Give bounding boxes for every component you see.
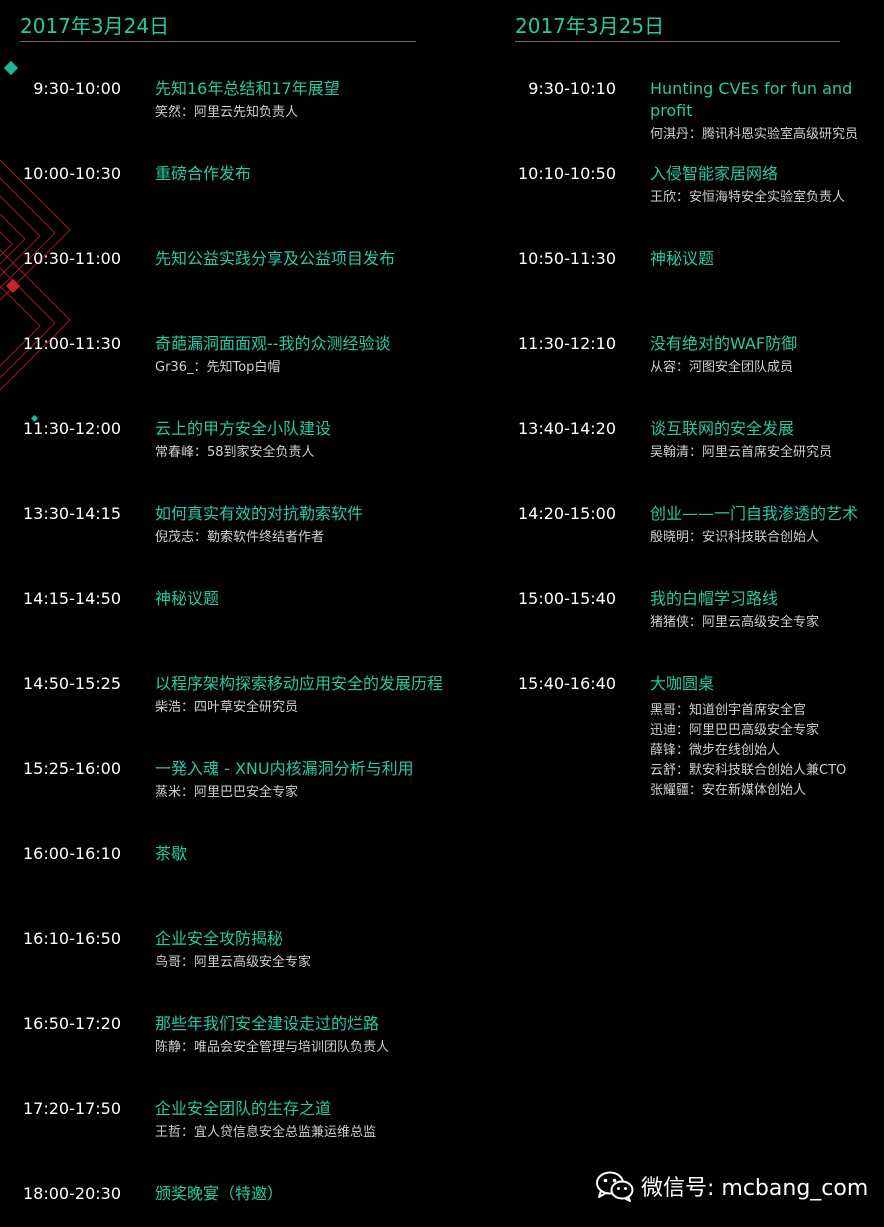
session-speaker: 柴浩：四叶草安全研究员 bbox=[155, 700, 299, 715]
session-speaker: 何淇丹：腾讯科恩实验室高级研究员 bbox=[650, 127, 859, 142]
session-title[interactable]: 企业安全攻防揭秘 bbox=[155, 928, 283, 950]
session-title[interactable]: 一発入魂 - XNU内核漏洞分析与利用 bbox=[155, 758, 414, 780]
session-time: 16:00-16:10 bbox=[23, 844, 121, 863]
day2-title: 2017年3月25日 bbox=[515, 14, 665, 38]
session-title[interactable]: 颁奖晚宴（特邀） bbox=[155, 1183, 283, 1205]
session-title[interactable]: 神秘议题 bbox=[650, 248, 714, 270]
session-title[interactable]: 大咖圆桌 bbox=[650, 673, 714, 695]
session-speaker: 王欣：安恒海特安全实验室负责人 bbox=[650, 190, 846, 205]
session-title[interactable]: Hunting CVEs for fun and profit bbox=[650, 78, 860, 122]
session-speaker: 吴翰清：阿里云首席安全研究员 bbox=[650, 445, 833, 460]
panelist: 张耀疆：安在新媒体创始人 bbox=[650, 783, 807, 798]
session-title[interactable]: 我的白帽学习路线 bbox=[650, 588, 778, 610]
panelist: 迅迪：阿里巴巴高级安全专家 bbox=[650, 723, 820, 738]
session-speaker: 陈静：唯品会安全管理与培训团队负责人 bbox=[155, 1040, 390, 1055]
session-time: 11:30-12:10 bbox=[518, 334, 616, 353]
session-title[interactable]: 没有绝对的WAF防御 bbox=[650, 333, 797, 355]
session-time: 15:40-16:40 bbox=[518, 674, 616, 693]
session-title[interactable]: 创业——一门自我渗透的艺术 bbox=[650, 503, 858, 525]
session-time: 16:10-16:50 bbox=[23, 929, 121, 948]
day2-divider bbox=[515, 41, 840, 42]
session-speaker: 王哲：宜人贷信息安全总监兼运维总监 bbox=[155, 1125, 377, 1140]
panelist: 薛锋：微步在线创始人 bbox=[650, 743, 781, 758]
session-title[interactable]: 谈互联网的安全发展 bbox=[650, 418, 794, 440]
session-time: 15:00-15:40 bbox=[518, 589, 616, 608]
session-speaker: 从容：河图安全团队成员 bbox=[650, 360, 794, 375]
panelist: 云舒：默安科技联合创始人兼CTO bbox=[650, 763, 847, 778]
teal-diamond-icon bbox=[3, 60, 19, 76]
session-time: 10:10-10:50 bbox=[518, 164, 616, 183]
session-speaker: 倪茂志：勒索软件终结者作者 bbox=[155, 530, 325, 545]
session-time: 9:30-10:10 bbox=[528, 79, 616, 98]
session-speaker: Gr36_：先知Top白帽 bbox=[155, 360, 281, 375]
session-time: 14:20-15:00 bbox=[518, 504, 616, 523]
wechat-watermark: 微信号: mcbang_com bbox=[595, 1166, 868, 1206]
session-time: 18:00-20:30 bbox=[23, 1184, 121, 1203]
red-diamond-icon bbox=[5, 278, 21, 294]
wechat-icon bbox=[596, 1171, 634, 1202]
session-title[interactable]: 茶歇 bbox=[155, 843, 187, 865]
session-time: 10:50-11:30 bbox=[518, 249, 616, 268]
session-title[interactable]: 企业安全团队的生存之道 bbox=[155, 1098, 331, 1120]
session-speaker: 常春峰：58到家安全负责人 bbox=[155, 445, 315, 460]
panelist: 黑哥：知道创宇首席安全官 bbox=[650, 703, 807, 718]
panelist-list: 黑哥：知道创宇首席安全官 迅迪：阿里巴巴高级安全专家 薛锋：微步在线创始人 云舒… bbox=[650, 701, 846, 801]
day1-title: 2017年3月24日 bbox=[20, 14, 170, 38]
session-speaker: 鸟哥：阿里云高级安全专家 bbox=[155, 955, 312, 970]
session-speaker: 笑然：阿里云先知负责人 bbox=[155, 105, 299, 120]
session-speaker: 蒸米：阿里巴巴安全专家 bbox=[155, 785, 299, 800]
session-speaker: 殷晓明：安识科技联合创始人 bbox=[650, 530, 820, 545]
session-time: 13:40-14:20 bbox=[518, 419, 616, 438]
session-time: 15:25-16:00 bbox=[23, 759, 121, 778]
session-speaker: 猪猪侠：阿里云高级安全专家 bbox=[650, 615, 820, 630]
session-time: 17:20-17:50 bbox=[23, 1099, 121, 1118]
session-title[interactable]: 那些年我们安全建设走过的烂路 bbox=[155, 1013, 379, 1035]
session-title[interactable]: 入侵智能家居网络 bbox=[650, 163, 778, 185]
watermark-text: 微信号: mcbang_com bbox=[641, 1176, 869, 1201]
day1-divider bbox=[20, 41, 416, 42]
session-time: 16:50-17:20 bbox=[23, 1014, 121, 1033]
